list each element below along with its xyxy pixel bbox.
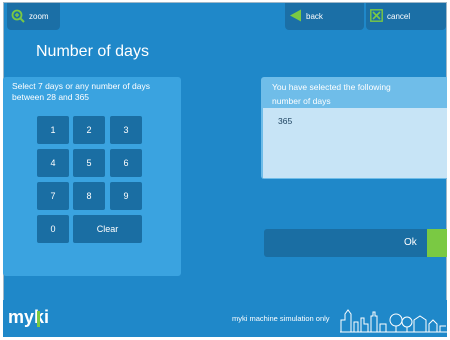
key-7[interactable]: 7: [37, 182, 69, 210]
myki-logo: myki: [8, 307, 50, 327]
instruction-line-2: between 28 and 365: [12, 92, 90, 102]
selected-days-value: 365: [278, 116, 293, 126]
instruction-line-1: Select 7 days or any number of days: [12, 81, 150, 91]
key-3[interactable]: 3: [110, 116, 142, 144]
city-skyline-icon: [340, 309, 447, 333]
key-6[interactable]: 6: [110, 149, 142, 177]
selection-label: You have selected the following number o…: [272, 80, 432, 108]
back-button[interactable]: back: [285, 3, 364, 30]
back-label: back: [306, 12, 323, 21]
footer-note: myki machine simulation only: [232, 314, 330, 323]
key-2[interactable]: 2: [73, 116, 105, 144]
zoom-icon: [11, 9, 25, 25]
key-8[interactable]: 8: [73, 182, 105, 210]
key-1[interactable]: 1: [37, 116, 69, 144]
ok-button[interactable]: [264, 229, 447, 257]
selection-label-line-2: number of days: [272, 96, 331, 106]
selection-label-line-1: You have selected the following: [272, 82, 391, 92]
ok-label[interactable]: Ok: [404, 237, 417, 248]
zoom-label: zoom: [29, 12, 49, 21]
zoom-button[interactable]: zoom: [7, 3, 60, 30]
cancel-icon: [370, 9, 383, 24]
clear-button[interactable]: Clear: [73, 215, 142, 243]
cancel-button[interactable]: cancel: [366, 3, 446, 30]
key-5[interactable]: 5: [73, 149, 105, 177]
back-arrow-icon: [289, 9, 302, 24]
key-0[interactable]: 0: [37, 215, 69, 243]
key-9[interactable]: 9: [110, 182, 142, 210]
cancel-label: cancel: [387, 12, 411, 21]
ok-accent-bar[interactable]: [427, 229, 447, 257]
page-title: Number of days: [36, 43, 149, 60]
instruction-text: Select 7 days or any number of days betw…: [12, 81, 172, 103]
logo-accent-bar: [37, 311, 40, 327]
key-4[interactable]: 4: [37, 149, 69, 177]
